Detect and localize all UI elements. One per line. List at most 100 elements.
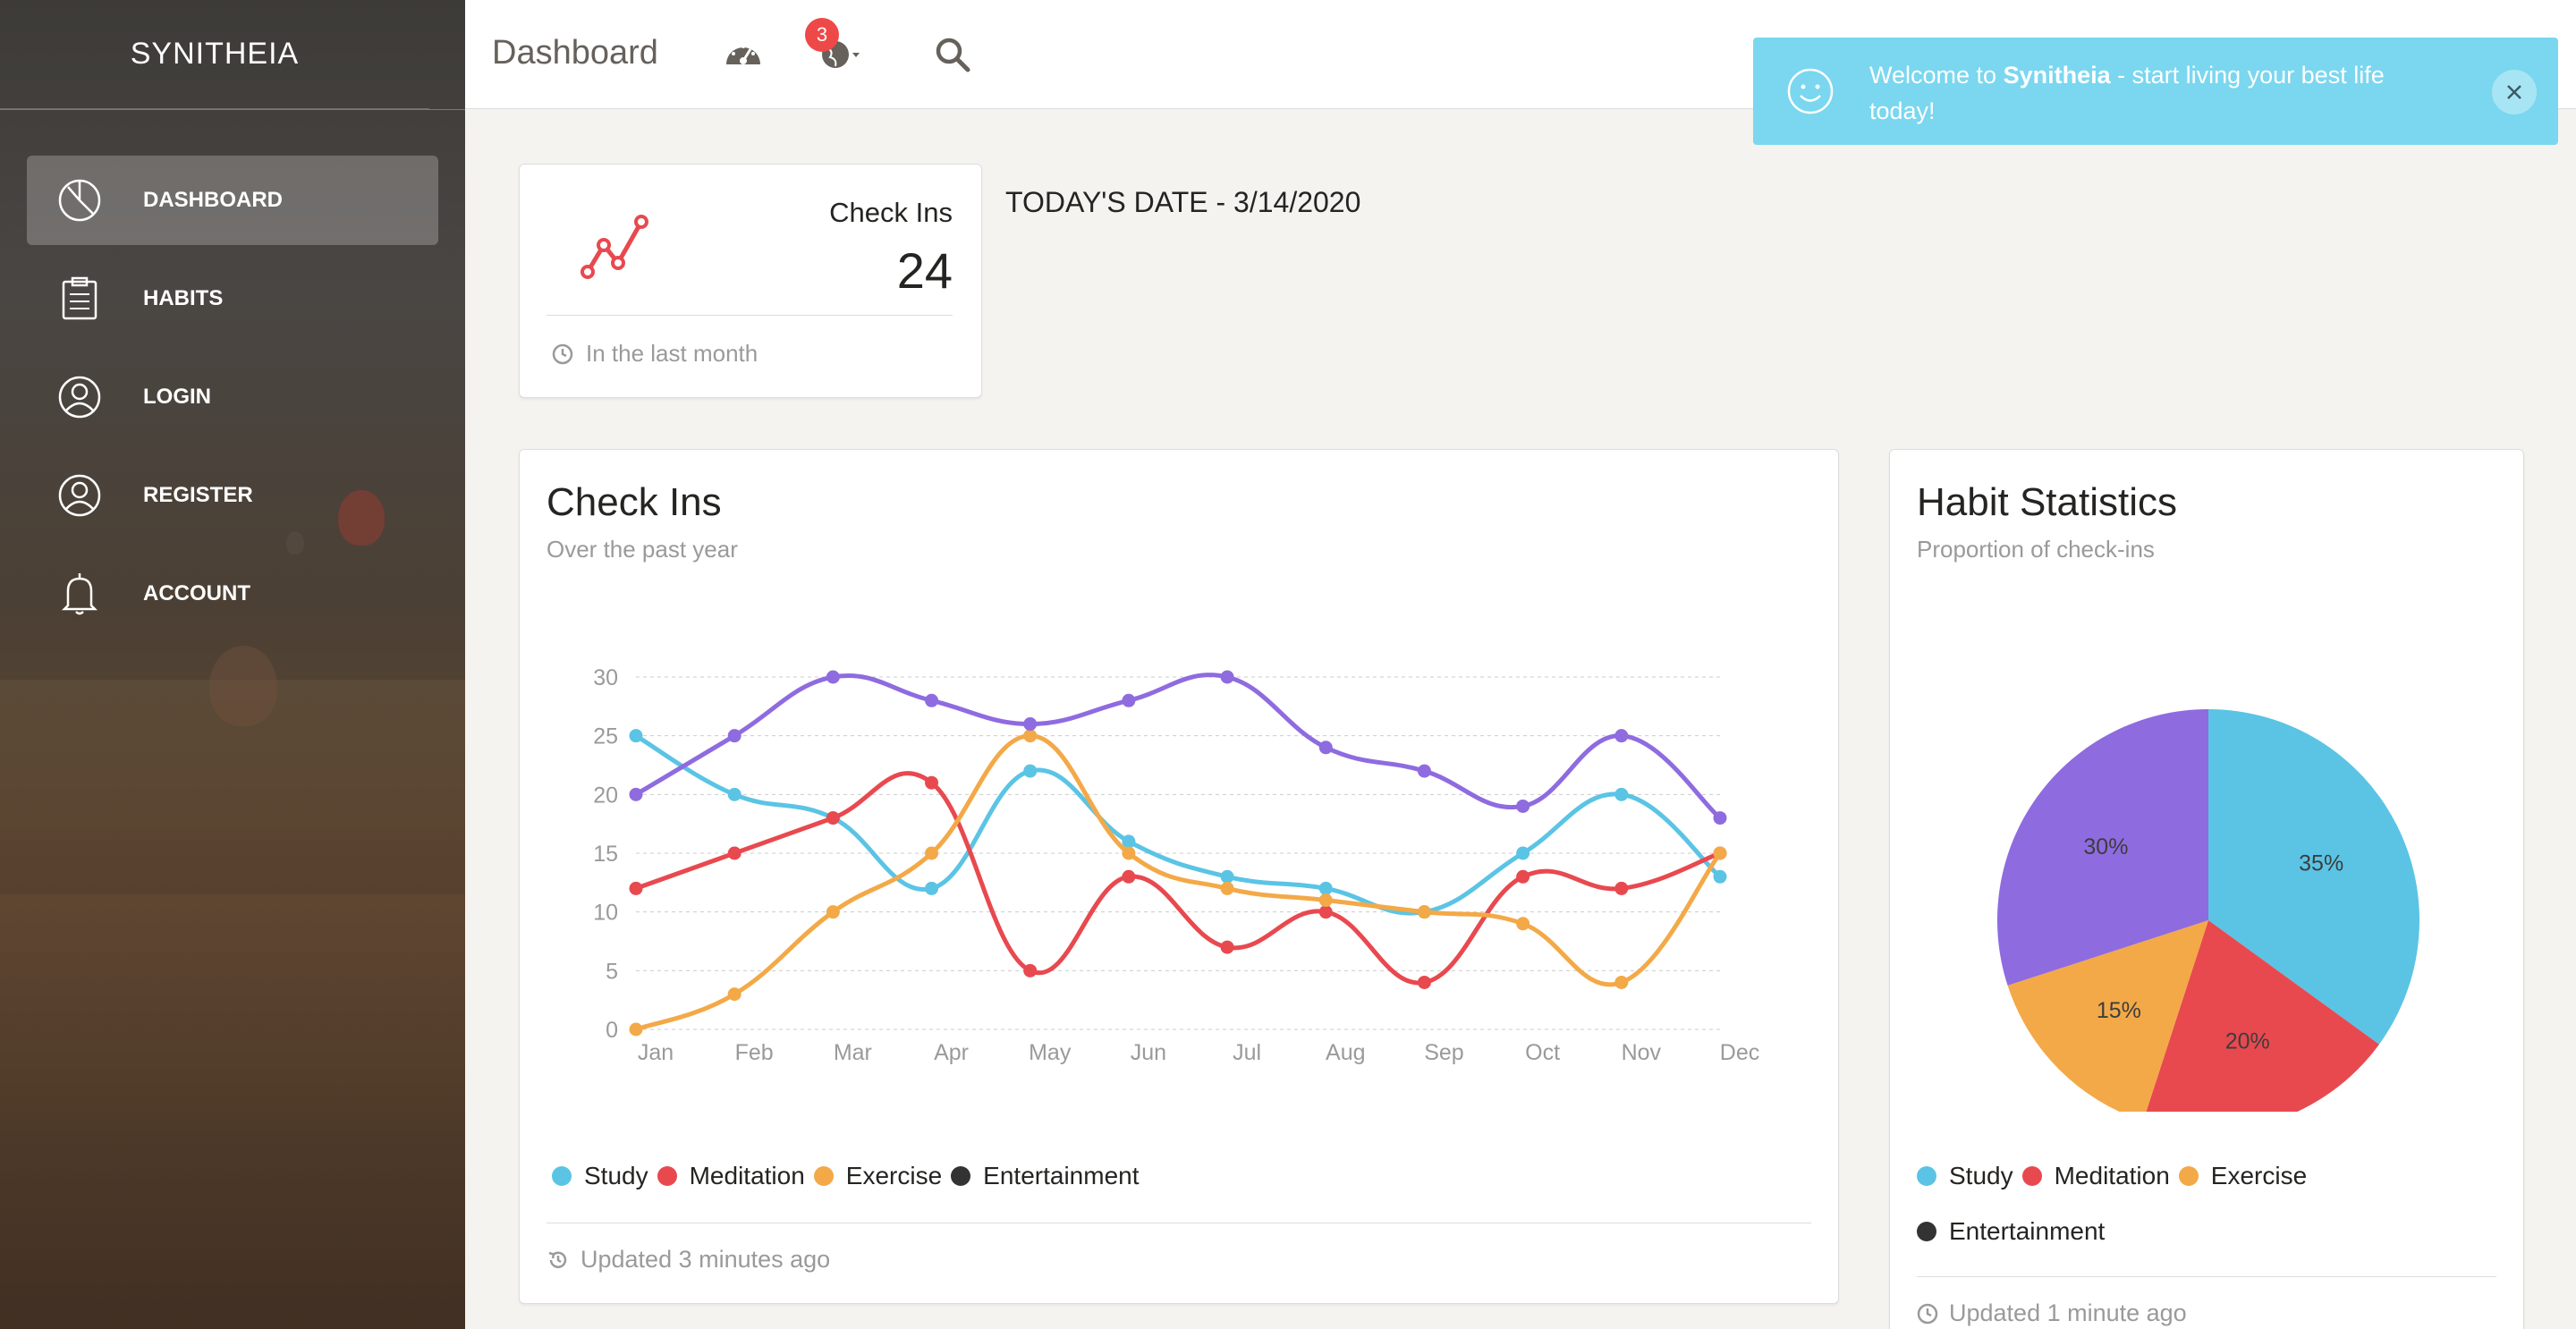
data-point	[1318, 741, 1333, 755]
data-point	[1614, 975, 1629, 989]
data-point	[1318, 881, 1333, 895]
legend-swatch	[1917, 1222, 1936, 1241]
sidebar-item-habits[interactable]: HABITS	[27, 254, 438, 343]
x-tick-label: Mar	[834, 1040, 872, 1065]
card-divider	[1917, 1276, 2496, 1277]
stat-divider	[547, 315, 953, 316]
data-point	[1713, 869, 1727, 884]
data-point	[1516, 846, 1530, 860]
y-tick-label: 30	[593, 665, 618, 690]
notification-prefix: Welcome to	[1869, 62, 2004, 89]
legend-swatch	[657, 1166, 677, 1186]
clock-icon	[552, 343, 573, 364]
y-tick-label: 20	[593, 783, 618, 808]
brand-logo[interactable]: SYNITHEIA	[0, 0, 429, 109]
data-point	[1614, 881, 1629, 895]
line-chart: 0 5 10 15 20 25 30 Jan Feb Mar Apr May Jun Jul Aug Sep O…	[593, 665, 1759, 1065]
history-icon	[548, 1251, 567, 1268]
chart-legend: Study Meditation Exercise Entertainment	[552, 1162, 1804, 1190]
data-point	[1614, 729, 1629, 743]
legend-label: Meditation	[689, 1162, 805, 1189]
sidebar: SYNITHEIA DASHBOARD HABITS LOGIN REGISTE…	[0, 0, 465, 1329]
pie-slice-label: 15%	[2097, 998, 2141, 1023]
close-notification-button[interactable]	[2492, 70, 2537, 114]
y-tick-label: 0	[606, 1018, 618, 1043]
y-tick-label: 25	[593, 724, 618, 749]
data-point	[1122, 846, 1136, 860]
legend-label: Exercise	[2210, 1162, 2308, 1189]
user-circle-icon	[57, 375, 102, 419]
y-tick-label: 10	[593, 901, 618, 926]
sidebar-item-register[interactable]: REGISTER	[27, 451, 438, 540]
data-point	[1318, 893, 1333, 908]
data-point	[1614, 787, 1629, 801]
series-line	[635, 733, 1722, 1032]
data-point	[1023, 764, 1038, 778]
card-title: Habit Statistics	[1917, 480, 2177, 524]
data-point	[1713, 846, 1727, 860]
legend-swatch	[2178, 1166, 2199, 1186]
data-point	[925, 846, 939, 860]
sidebar-item-account[interactable]: ACCOUNT	[27, 549, 438, 639]
data-point	[629, 1022, 643, 1037]
data-point	[629, 881, 643, 895]
data-point	[1220, 869, 1234, 884]
card-footer: Updated 3 minutes ago	[547, 1246, 830, 1274]
pie-slice-label: 35%	[2299, 851, 2343, 876]
check-ins-chart-card: Check Ins Over the past year 0 5 10 15 20 25 3…	[519, 449, 1839, 1304]
x-tick-label: Jan	[638, 1040, 674, 1065]
data-point	[727, 729, 741, 743]
legend-swatch	[552, 1166, 572, 1186]
close-icon	[2507, 85, 2521, 99]
x-tick-label: Aug	[1326, 1040, 1365, 1065]
sidebar-item-dashboard[interactable]: DASHBOARD	[27, 156, 438, 245]
legend-item: Study	[1917, 1162, 2013, 1190]
notification-brand: Synitheia	[2003, 62, 2111, 89]
speedometer-icon[interactable]	[723, 34, 764, 75]
stat-label: Check Ins	[829, 197, 953, 228]
sidebar-item-label: ACCOUNT	[143, 581, 250, 605]
data-point	[727, 987, 741, 1002]
x-tick-label: Oct	[1525, 1040, 1560, 1065]
legend-swatch	[951, 1166, 971, 1186]
bell-icon	[57, 571, 102, 616]
sidebar-item-login[interactable]: LOGIN	[27, 352, 438, 442]
legend-item: Exercise	[813, 1162, 942, 1190]
legend-label: Study	[1949, 1162, 2013, 1189]
data-point	[826, 811, 840, 825]
legend-label: Entertainment	[1949, 1217, 2106, 1245]
y-tick-label: 15	[593, 842, 618, 867]
data-point	[1122, 869, 1136, 884]
x-tick-label: Dec	[1720, 1040, 1759, 1065]
notification-message: Welcome to Synitheia - start living your…	[1869, 57, 2442, 129]
data-point	[1516, 869, 1530, 884]
card-footer-text: Updated 1 minute ago	[1949, 1299, 2187, 1326]
legend-swatch	[2021, 1166, 2042, 1186]
data-point	[1417, 764, 1431, 778]
series-line	[634, 673, 1722, 820]
data-point	[1023, 963, 1038, 978]
chart-legend: Study Meditation Exercise Entertainment	[1917, 1162, 2364, 1246]
data-point	[1220, 940, 1234, 954]
data-point	[1220, 881, 1234, 895]
stat-footer: In the last month	[552, 340, 758, 368]
notification-badge: 3	[805, 18, 839, 52]
clipboard-icon	[57, 276, 102, 321]
user-circle-icon	[57, 473, 102, 518]
data-point	[925, 881, 939, 895]
pie-slice-label: 30%	[2083, 834, 2128, 859]
data-point	[1516, 799, 1530, 813]
data-point	[925, 693, 939, 707]
data-point	[1023, 717, 1038, 732]
pie-chart: 35% 20% 15% 30%	[1997, 709, 2419, 1112]
data-point	[1318, 905, 1333, 919]
x-tick-label: Nov	[1622, 1040, 1662, 1065]
sidebar-item-label: REGISTER	[143, 483, 253, 507]
search-icon[interactable]	[932, 34, 973, 75]
line-chart-icon	[580, 215, 648, 279]
legend-swatch	[813, 1166, 834, 1186]
stat-value: 24	[896, 242, 953, 299]
clock-icon	[1917, 1303, 1938, 1324]
y-tick-label: 5	[606, 959, 618, 984]
check-ins-stat-card: Check Ins 24 In the last month	[519, 164, 982, 398]
